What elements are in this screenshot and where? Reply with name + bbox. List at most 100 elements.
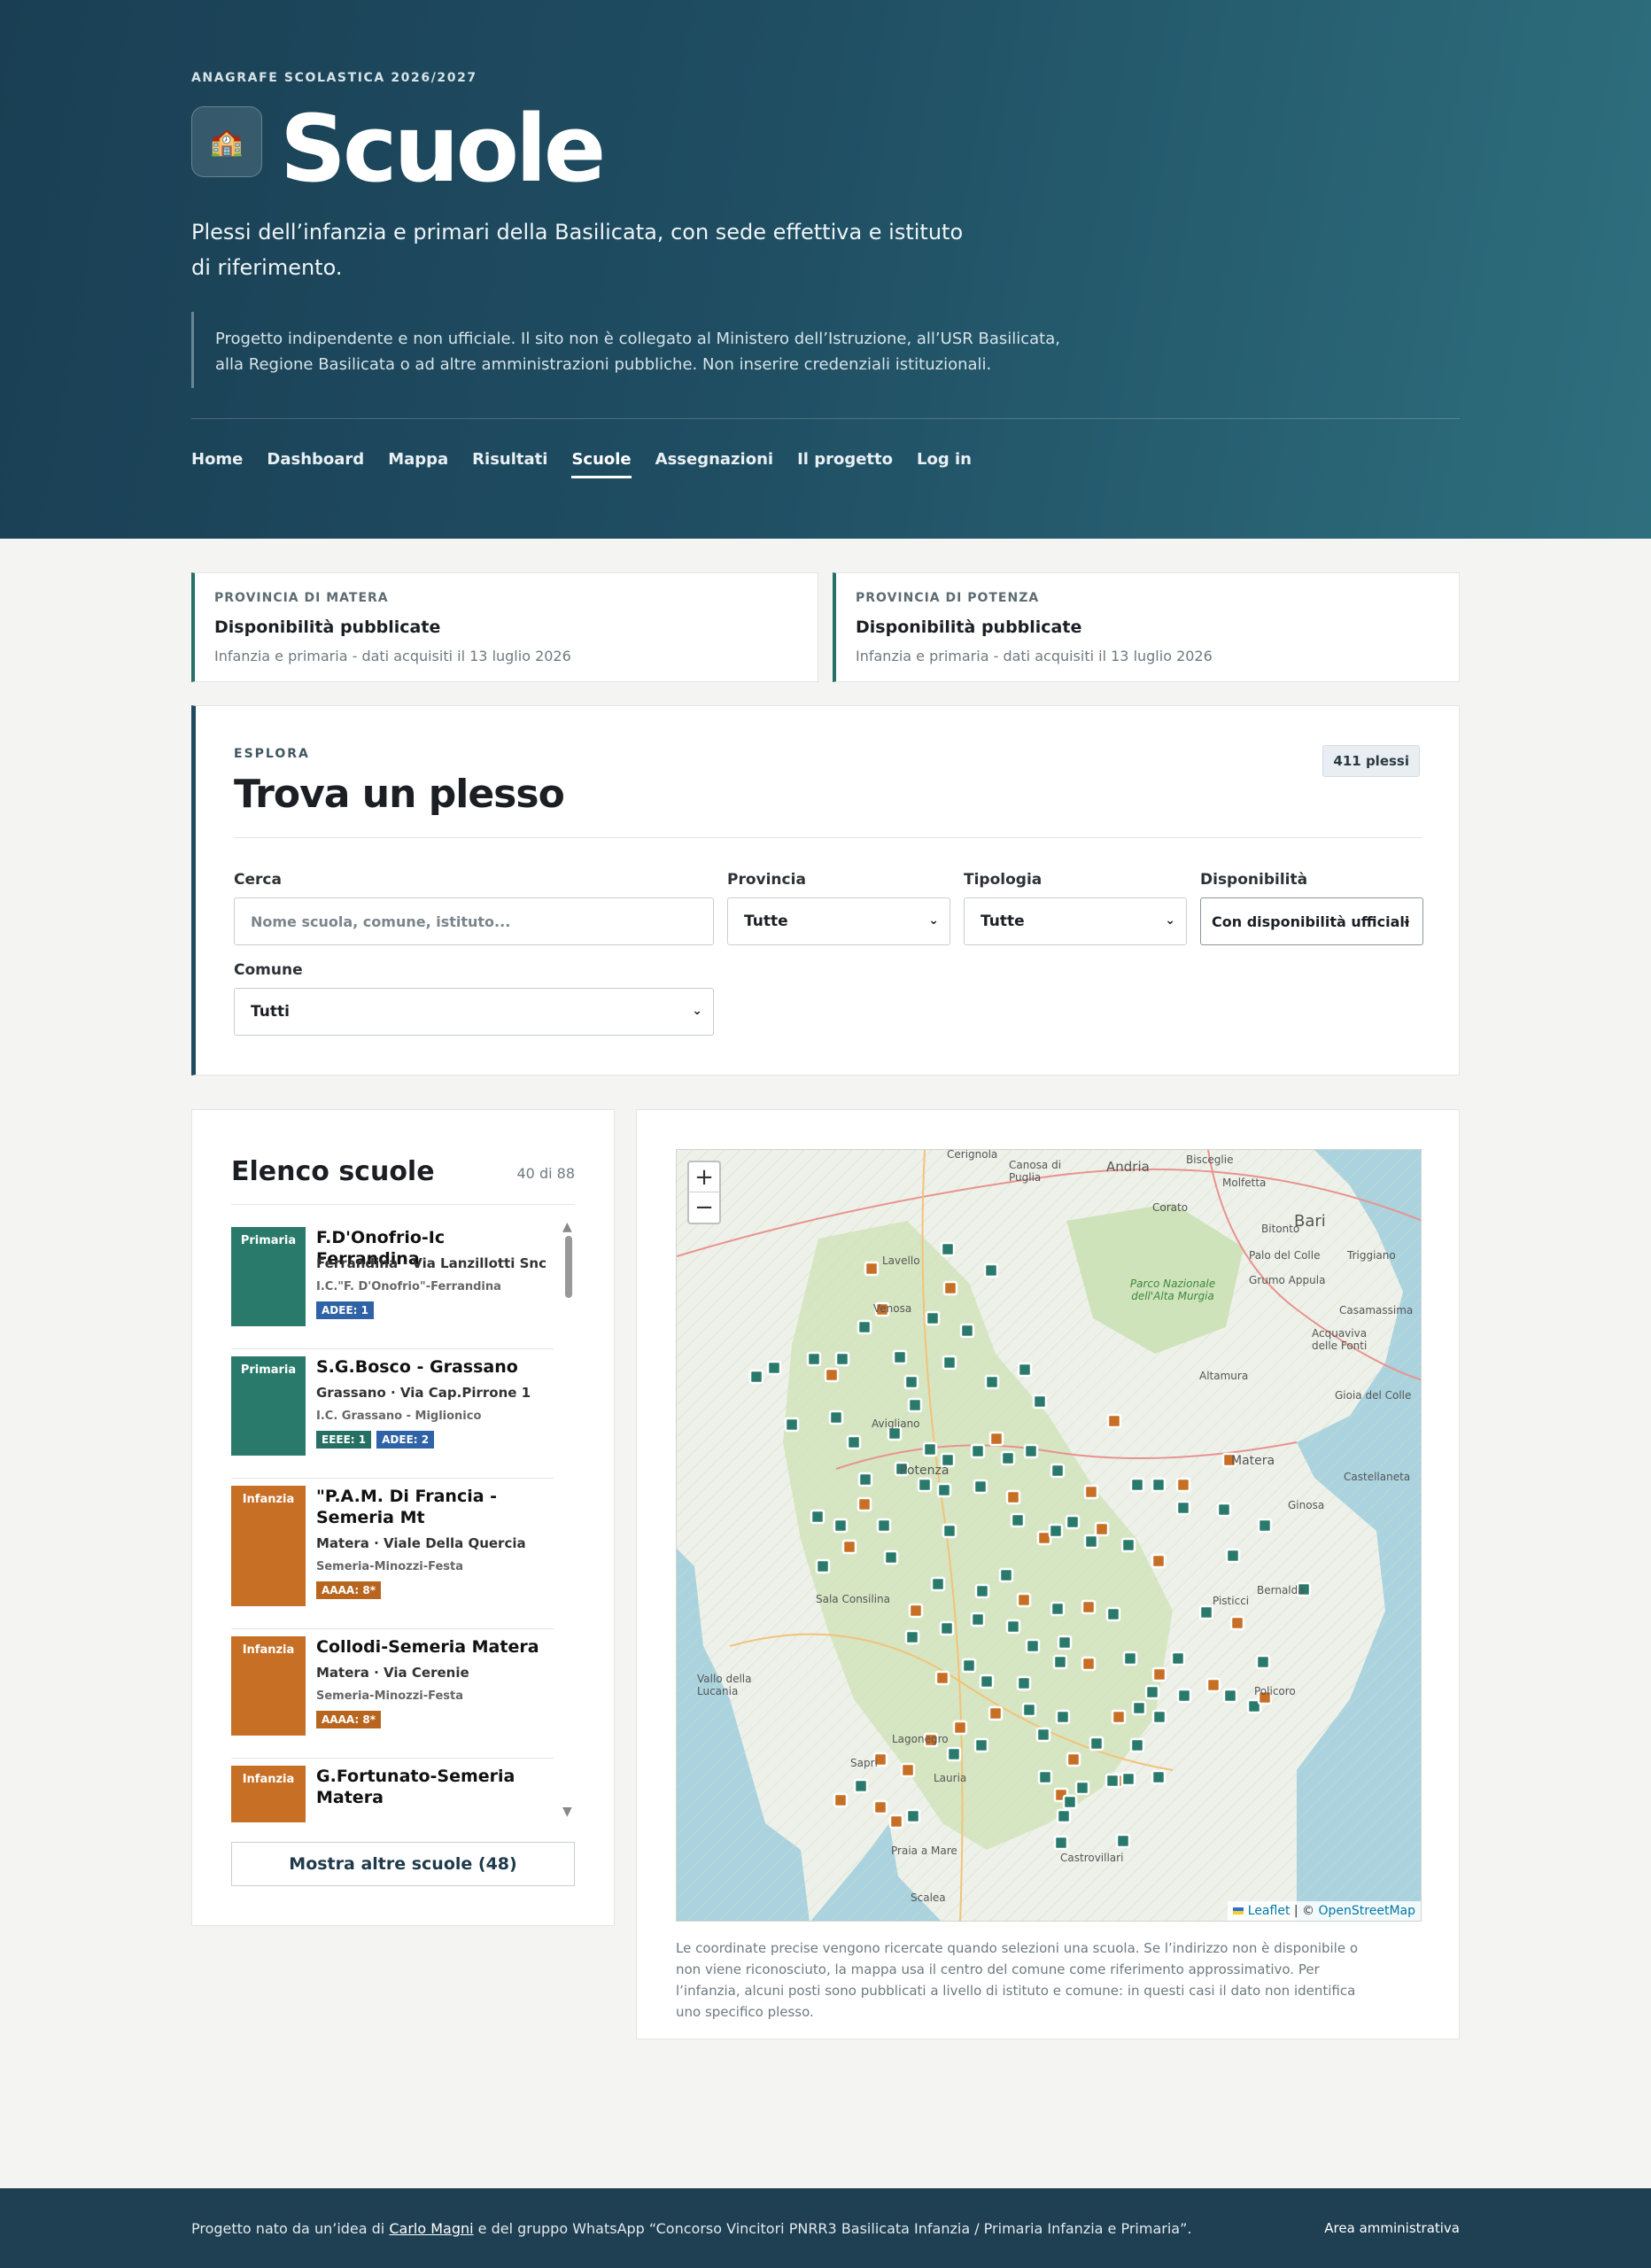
school-marker[interactable]	[961, 1658, 977, 1674]
school-marker[interactable]	[1105, 1773, 1120, 1789]
leaflet-link[interactable]: Leaflet	[1248, 1904, 1291, 1918]
school-marker[interactable]	[784, 1417, 800, 1433]
school-marker[interactable]	[900, 1762, 916, 1778]
school-marker[interactable]	[984, 1374, 1000, 1390]
school-marker[interactable]	[883, 1550, 899, 1565]
school-marker[interactable]	[1129, 1477, 1145, 1493]
school-marker[interactable]	[1083, 1484, 1099, 1500]
school-marker[interactable]	[973, 1737, 989, 1753]
school-marker[interactable]	[959, 1323, 975, 1339]
school-marker[interactable]	[1021, 1702, 1037, 1718]
school-marker[interactable]	[1053, 1835, 1069, 1851]
school-marker[interactable]	[1066, 1751, 1081, 1767]
school-marker[interactable]	[1052, 1654, 1068, 1670]
school-marker[interactable]	[983, 1262, 999, 1278]
school-list[interactable]: Primaria F.D'Onofrio-Ic Ferrandina Ferra…	[231, 1220, 575, 1922]
school-marker[interactable]	[876, 1518, 892, 1534]
school-marker[interactable]	[1062, 1794, 1078, 1810]
school-marker[interactable]	[1050, 1601, 1066, 1617]
school-marker[interactable]	[1106, 1413, 1122, 1429]
nav-assegnazioni[interactable]: Assegnazioni	[655, 450, 773, 478]
school-marker[interactable]	[806, 1351, 822, 1367]
school-marker[interactable]	[815, 1558, 831, 1574]
school-marker[interactable]	[1005, 1489, 1021, 1505]
school-marker[interactable]	[857, 1496, 872, 1512]
school-marker[interactable]	[1175, 1477, 1191, 1493]
school-marker[interactable]	[1081, 1599, 1097, 1615]
nav-il-progetto[interactable]: Il progetto	[797, 450, 893, 478]
school-marker[interactable]	[1198, 1604, 1214, 1620]
school-marker[interactable]	[1094, 1521, 1110, 1537]
list-item[interactable]: Primaria S.G.Bosco - Grassano Grassano ·…	[231, 1349, 554, 1479]
school-marker[interactable]	[988, 1431, 1004, 1447]
school-marker[interactable]	[1131, 1700, 1147, 1716]
nav-dashboard[interactable]: Dashboard	[267, 450, 364, 478]
school-marker[interactable]	[907, 1397, 923, 1413]
school-marker[interactable]	[1120, 1537, 1136, 1553]
school-marker[interactable]	[974, 1583, 990, 1599]
school-marker[interactable]	[988, 1705, 1004, 1721]
comune-select[interactable]: Tutti ⌄	[234, 988, 714, 1036]
school-marker[interactable]	[1105, 1606, 1121, 1622]
school-marker[interactable]	[952, 1720, 968, 1736]
school-marker[interactable]	[1144, 1684, 1160, 1700]
school-marker[interactable]	[979, 1674, 995, 1689]
school-marker[interactable]	[1229, 1615, 1245, 1631]
school-marker[interactable]	[834, 1351, 850, 1367]
school-marker[interactable]	[1017, 1362, 1033, 1378]
school-marker[interactable]	[748, 1369, 764, 1385]
school-marker[interactable]	[810, 1509, 826, 1525]
author-link[interactable]: Carlo Magni	[389, 2220, 473, 2237]
school-marker[interactable]	[1035, 1727, 1051, 1743]
school-marker[interactable]	[1037, 1769, 1053, 1785]
list-item[interactable]: Infanzia G.Fortunato-Semeria Matera	[231, 1759, 554, 1847]
school-marker[interactable]	[1176, 1688, 1192, 1704]
school-marker[interactable]	[1111, 1709, 1127, 1725]
school-marker[interactable]	[925, 1310, 941, 1326]
school-marker[interactable]	[1222, 1688, 1238, 1704]
zoom-out-button[interactable]: −	[689, 1192, 719, 1223]
nav-risultati[interactable]: Risultati	[472, 450, 547, 478]
school-marker[interactable]	[1089, 1736, 1105, 1751]
school-marker[interactable]	[1170, 1651, 1186, 1666]
school-marker[interactable]	[1083, 1534, 1099, 1550]
show-more-button[interactable]: Mostra altre scuole (48)	[231, 1842, 575, 1886]
nav-scuole[interactable]: Scuole	[571, 450, 632, 478]
nav-mappa[interactable]: Mappa	[388, 450, 448, 478]
school-marker[interactable]	[942, 1355, 957, 1371]
osm-link[interactable]: OpenStreetMap	[1319, 1904, 1415, 1918]
school-marker[interactable]	[1151, 1477, 1167, 1493]
school-marker[interactable]	[1010, 1512, 1026, 1528]
school-marker[interactable]	[1016, 1675, 1032, 1691]
school-marker[interactable]	[853, 1778, 869, 1794]
nav-login[interactable]: Log in	[917, 450, 972, 478]
school-marker[interactable]	[1055, 1709, 1071, 1725]
school-marker[interactable]	[1151, 1666, 1167, 1682]
school-marker[interactable]	[841, 1539, 857, 1555]
school-marker[interactable]	[857, 1472, 873, 1487]
school-marker[interactable]	[1005, 1619, 1021, 1635]
school-marker[interactable]	[998, 1567, 1014, 1583]
school-marker[interactable]	[833, 1792, 849, 1808]
school-marker[interactable]	[936, 1482, 952, 1498]
school-marker[interactable]	[828, 1410, 844, 1425]
school-marker[interactable]	[824, 1367, 840, 1383]
school-marker[interactable]	[903, 1374, 919, 1390]
school-marker[interactable]	[1255, 1654, 1271, 1670]
school-marker[interactable]	[1000, 1450, 1016, 1466]
school-marker[interactable]	[973, 1479, 988, 1495]
admin-link[interactable]: Area amministrativa	[1324, 2220, 1460, 2236]
provincia-select[interactable]: Tutte ⌄	[727, 897, 950, 945]
school-marker[interactable]	[888, 1814, 904, 1829]
school-marker[interactable]	[1016, 1592, 1032, 1608]
school-marker[interactable]	[930, 1576, 946, 1592]
scroll-down-icon[interactable]: ▼	[562, 1805, 572, 1819]
map-canvas[interactable]	[677, 1150, 1422, 1922]
school-marker[interactable]	[934, 1670, 950, 1686]
school-marker[interactable]	[1257, 1518, 1273, 1534]
school-marker[interactable]	[970, 1443, 986, 1459]
schools-map[interactable]: Cerignola Canosa di Puglia Andria Bisceg…	[676, 1149, 1422, 1922]
disponibilita-select[interactable]: Con disponibilità ufficiali ⌄	[1200, 897, 1423, 945]
school-marker[interactable]	[892, 1349, 908, 1365]
school-marker[interactable]	[857, 1319, 872, 1335]
